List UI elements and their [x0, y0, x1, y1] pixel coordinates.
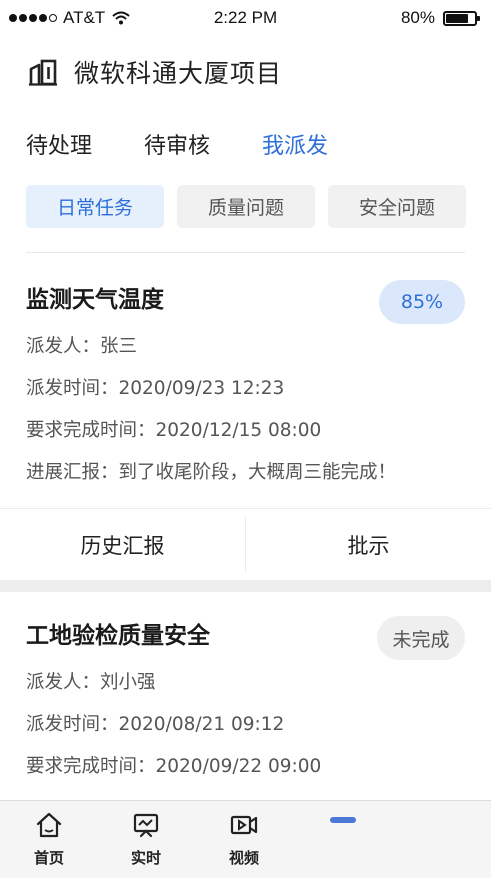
main-tabs: 待处理 待审核 我派发 [26, 128, 328, 160]
category-quality-issues[interactable]: 质量问题 [177, 185, 315, 228]
battery-percent: 80% [400, 8, 435, 27]
category-tabs: 日常任务 质量问题 安全问题 [26, 185, 466, 228]
monitor-icon [133, 813, 159, 838]
task-due-time: 要求完成时间：2020/12/15 08:00 [26, 420, 322, 441]
page-header: 微软科通大厦项目 [28, 54, 282, 90]
task-title: 工地验检质量安全 [26, 623, 210, 649]
status-bar: AT&T 2:22 PM 80% [0, 0, 491, 36]
tab-video[interactable]: 视频 [214, 811, 274, 868]
history-report-button[interactable]: 历史汇报 [0, 509, 245, 581]
tab-realtime-label: 实时 [130, 849, 161, 867]
tab-home-label: 首页 [33, 849, 64, 867]
task-title: 监测天气温度 [26, 287, 164, 313]
tab-realtime[interactable]: 实时 [116, 811, 176, 868]
project-title: 微软科通大厦项目 [74, 59, 283, 88]
divider [26, 252, 465, 253]
battery-icon [443, 10, 480, 26]
category-safety-issues[interactable]: 安全问题 [328, 185, 466, 228]
task-dispatch-time: 派发时间：2020/08/21 09:12 [26, 714, 285, 735]
instruction-button[interactable]: 批示 [246, 509, 491, 581]
video-icon [230, 815, 258, 835]
tab-dispatched[interactable]: 我派发 [262, 128, 328, 160]
tab-indicator [330, 817, 356, 823]
tab-home[interactable]: 首页 [19, 811, 79, 868]
task-actions: 历史汇报 批示 [0, 508, 491, 581]
status-badge: 未完成 [377, 616, 465, 660]
task-due-time: 要求完成时间：2020/09/22 09:00 [26, 756, 322, 777]
task-sender: 派发人：张三 [26, 336, 138, 357]
tab-review[interactable]: 待审核 [144, 128, 210, 160]
progress-badge: 85% [379, 280, 465, 324]
card-separator [0, 580, 491, 592]
home-icon [36, 812, 62, 838]
tab-video-label: 视频 [228, 849, 259, 867]
task-dispatch-time: 派发时间：2020/09/23 12:23 [26, 378, 285, 399]
status-right: 80% [400, 8, 480, 28]
category-daily-tasks[interactable]: 日常任务 [26, 185, 164, 228]
task-sender: 派发人：刘小强 [26, 672, 156, 693]
tab-pending[interactable]: 待处理 [26, 128, 92, 160]
bottom-tab-bar: 首页 实时 视频 [0, 800, 491, 878]
task-progress-report: 进展汇报：到了收尾阶段，大概周三能完成！ [26, 462, 397, 483]
building-icon [29, 59, 57, 86]
